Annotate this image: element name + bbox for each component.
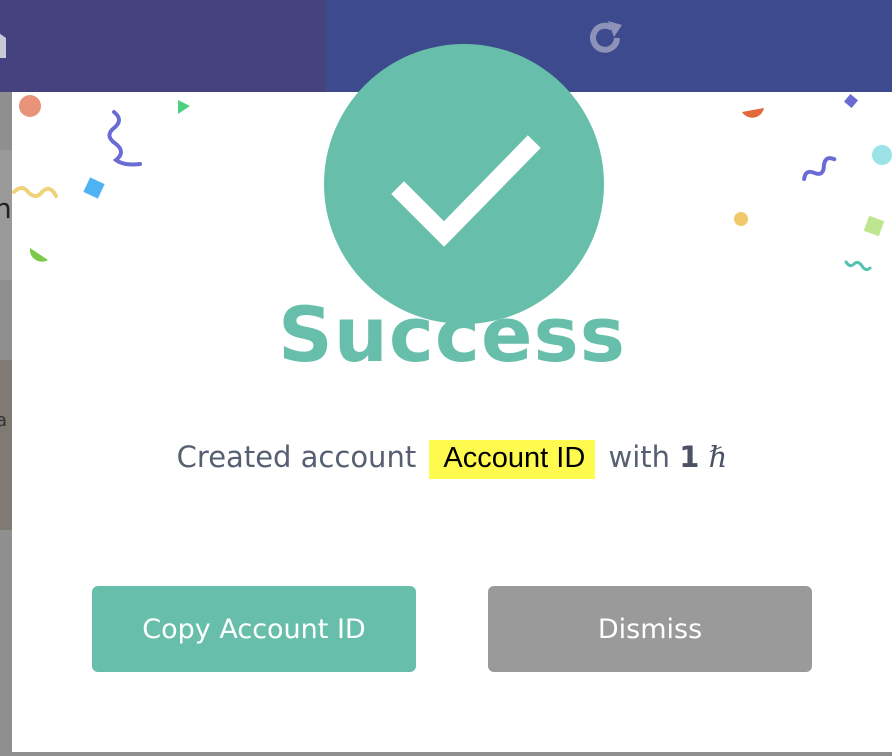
message-prefix: Created account <box>176 440 417 474</box>
checkmark-icon <box>391 135 541 247</box>
hbar-symbol: ℏ <box>708 440 728 474</box>
success-badge <box>324 44 604 324</box>
background-text: n <box>0 192 12 225</box>
account-id-highlight: Account ID <box>429 440 596 479</box>
background-panel <box>0 360 12 530</box>
success-message: Created account Account ID with 1 ℏ <box>12 440 892 479</box>
modal-title: Success <box>278 290 626 379</box>
topbar-left-section <box>0 0 326 92</box>
amount-value: 1 <box>679 440 700 474</box>
copy-account-id-button[interactable]: Copy Account ID <box>92 586 416 672</box>
message-middle: with <box>608 440 671 474</box>
success-modal: Success Created account Account ID with … <box>12 44 892 752</box>
dismiss-button[interactable]: Dismiss <box>488 586 812 672</box>
background-text: a <box>0 410 8 431</box>
home-icon[interactable] <box>0 22 10 58</box>
